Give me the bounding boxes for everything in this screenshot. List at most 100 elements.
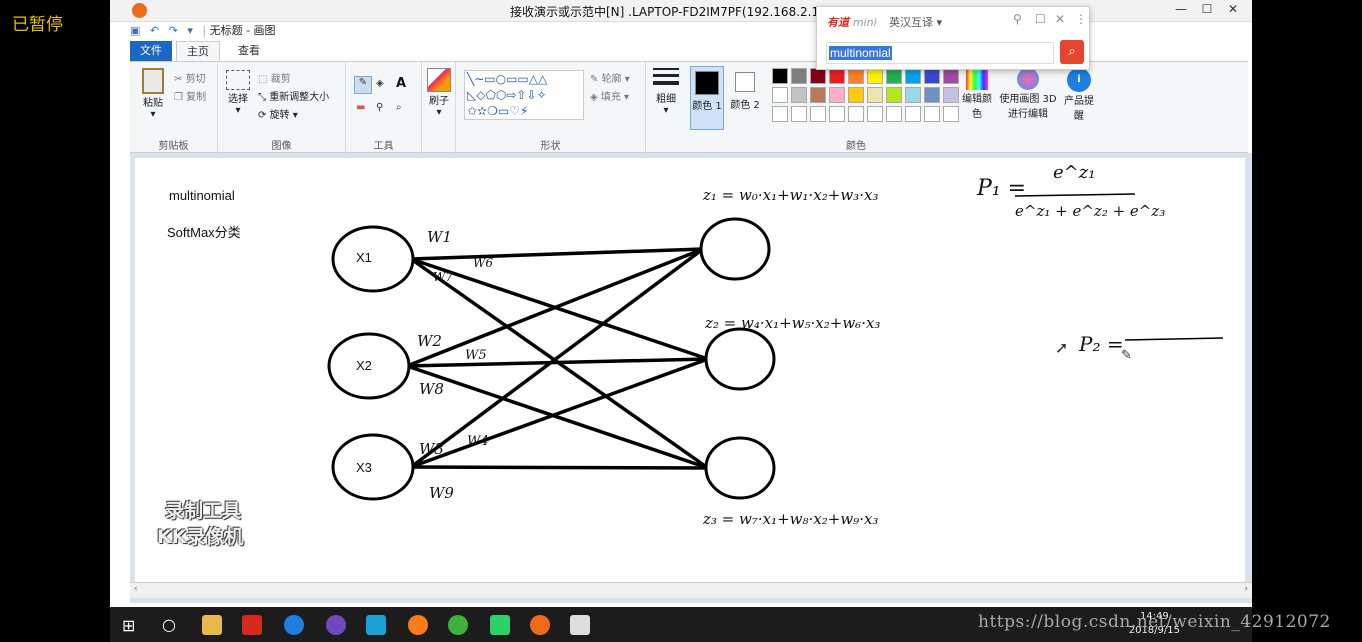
magnifier-icon[interactable]: ⌕ xyxy=(396,102,402,113)
drawing-canvas[interactable]: multinomial SoftMax分类 X1 X2 X3 W1 W6 W7 … xyxy=(135,158,1245,588)
color-swatch[interactable] xyxy=(810,68,826,84)
color-swatch[interactable] xyxy=(829,68,845,84)
input-node-x1 xyxy=(331,225,415,293)
remote-title: 接收演示或示范中[N] .LAPTOP-FD2IM7PF(192.168.2.1… xyxy=(510,5,840,19)
copy-button[interactable]: ❐ 复制 xyxy=(174,88,206,103)
color-swatch[interactable] xyxy=(886,87,902,103)
color1-button[interactable]: 颜色 1 xyxy=(690,66,724,130)
color-swatch[interactable] xyxy=(791,68,807,84)
color-swatch[interactable] xyxy=(905,68,921,84)
select-button[interactable]: 选择 ▾ xyxy=(224,70,252,116)
cut-button[interactable]: ✂ 剪切 xyxy=(174,70,206,85)
app-icon-2[interactable] xyxy=(366,615,386,635)
color-swatch[interactable] xyxy=(848,87,864,103)
youdao-taskbar-icon[interactable] xyxy=(242,615,262,635)
custom-color-slot[interactable] xyxy=(810,106,826,122)
edit-colors-button[interactable]: 编辑颜色 xyxy=(962,68,992,120)
app-icon-3[interactable] xyxy=(530,615,550,635)
color2-button[interactable]: 颜色 2 xyxy=(728,66,762,111)
custom-color-slot[interactable] xyxy=(905,106,921,122)
maximize-button[interactable]: ☐ xyxy=(1196,2,1218,16)
paint3d-button[interactable]: 使用画图 3D 进行编辑 xyxy=(998,68,1058,120)
color-swatch[interactable] xyxy=(924,87,940,103)
color-swatch[interactable] xyxy=(886,68,902,84)
minimize-button[interactable]: — xyxy=(1170,2,1192,16)
shapes-group-label: 形状 xyxy=(540,141,561,152)
color-swatch[interactable] xyxy=(848,68,864,84)
remote-desktop-icon[interactable] xyxy=(570,615,590,635)
output-node-z3 xyxy=(704,436,776,500)
custom-color-slot[interactable] xyxy=(829,106,845,122)
custom-color-slot[interactable] xyxy=(886,106,902,122)
undo-icon[interactable]: ↶ xyxy=(150,24,159,37)
output-node-z1 xyxy=(699,217,771,281)
color-swatch[interactable] xyxy=(772,68,788,84)
weight-w1: W1 xyxy=(427,228,452,246)
fill-button[interactable]: ◈ 填充 ▾ xyxy=(590,88,629,103)
color-swatch[interactable] xyxy=(829,87,845,103)
color-picker-icon[interactable]: ⚲ xyxy=(376,102,383,113)
close-button[interactable]: ✕ xyxy=(1222,2,1244,16)
brushes-button[interactable]: 刷子 ▾ xyxy=(424,68,454,118)
app-icon-1[interactable] xyxy=(326,615,346,635)
color-swatch[interactable] xyxy=(810,87,826,103)
search-icon[interactable]: ⌕ xyxy=(1060,40,1084,64)
screen: 已暂停 接收演示或示范中[N] .LAPTOP-FD2IM7PF(192.168… xyxy=(0,0,1362,642)
shapes-gallery[interactable]: ╲∼▭○▭▭△△ ◺◇⬠⬡⇨⇧⇩✧ ✩✫❍▭♡⚡ xyxy=(464,70,584,120)
color-swatch[interactable] xyxy=(867,87,883,103)
wechat-icon[interactable] xyxy=(448,615,468,635)
tab-home[interactable]: 主页 xyxy=(176,41,220,61)
resize-button[interactable]: ⤡ 重新调整大小 xyxy=(258,88,329,103)
paused-label: 已暂停 xyxy=(12,15,63,35)
color-swatch[interactable] xyxy=(867,68,883,84)
custom-color-slot[interactable] xyxy=(791,106,807,122)
custom-color-slot[interactable] xyxy=(772,106,788,122)
outline-button[interactable]: ✎ 轮廓 ▾ xyxy=(590,70,630,85)
pencil-cursor-icon: ✎ xyxy=(1121,348,1132,363)
equation-z3: z₃ = w₇·x₁+w₈·x₂+w₉·x₃ xyxy=(703,510,879,528)
windows-start-icon[interactable]: ⊞ xyxy=(122,616,135,635)
color-swatch[interactable] xyxy=(943,87,959,103)
crop-button[interactable]: ⬚ 裁剪 xyxy=(258,70,291,85)
recorder-watermark: 录制工具 KK录像机 xyxy=(157,500,244,548)
firefox-icon[interactable] xyxy=(408,615,428,635)
size-button[interactable]: 粗细 ▾ xyxy=(648,68,684,116)
brushes-group: 刷子 ▾ xyxy=(422,62,456,154)
color-swatch[interactable] xyxy=(791,87,807,103)
color-swatch[interactable] xyxy=(905,87,921,103)
custom-color-slot[interactable] xyxy=(848,106,864,122)
more-icon[interactable]: ⋮ xyxy=(1075,12,1087,26)
blog-watermark: https://blog.csdn.net/weixin_42912072 xyxy=(978,612,1331,632)
scroll-right-icon: › xyxy=(1244,584,1248,594)
custom-color-slot[interactable] xyxy=(867,106,883,122)
close-icon[interactable]: ✕ xyxy=(1055,12,1065,26)
weight-w4: W4 xyxy=(467,434,489,449)
paste-button[interactable]: 粘贴 ▾ xyxy=(138,68,168,120)
horizontal-scrollbar[interactable]: ‹ › xyxy=(130,582,1252,598)
color-swatch[interactable] xyxy=(924,68,940,84)
eraser-icon[interactable]: ▬ xyxy=(356,102,365,113)
pin-icon[interactable]: ⚲ xyxy=(1013,12,1022,26)
customize-icon[interactable]: ▾ xyxy=(187,24,193,37)
file-explorer-icon[interactable] xyxy=(202,615,222,635)
pycharm-icon[interactable] xyxy=(490,615,510,635)
dict-mode-select[interactable]: 英汉互译 ▾ xyxy=(889,14,942,30)
redo-icon[interactable]: ↷ xyxy=(169,24,178,37)
product-tip-button[interactable]: i 产品提醒 xyxy=(1064,68,1094,122)
custom-color-slot[interactable] xyxy=(924,106,940,122)
rotate-button[interactable]: ⟳ 旋转 ▾ xyxy=(258,106,298,121)
tab-file[interactable]: 文件 xyxy=(130,41,172,61)
save-icon[interactable]: ▣ xyxy=(130,24,140,37)
remote-window: 接收演示或示范中[N] .LAPTOP-FD2IM7PF(192.168.2.1… xyxy=(110,0,1252,642)
color-swatch[interactable] xyxy=(772,87,788,103)
pencil-icon[interactable]: ✎ xyxy=(354,76,372,94)
custom-color-slot[interactable] xyxy=(943,106,959,122)
kk-recorder-icon[interactable] xyxy=(284,615,304,635)
text-icon[interactable]: A xyxy=(396,76,406,91)
cortana-icon[interactable]: ○ xyxy=(162,615,176,634)
fill-icon[interactable]: ◈ xyxy=(376,78,384,89)
tab-view[interactable]: 查看 xyxy=(228,41,270,61)
maximize-icon[interactable]: ☐ xyxy=(1035,12,1046,26)
color-swatch[interactable] xyxy=(943,68,959,84)
clipboard-group: 粘贴 ▾ ✂ 剪切 ❐ 复制 剪贴板 xyxy=(130,62,218,154)
